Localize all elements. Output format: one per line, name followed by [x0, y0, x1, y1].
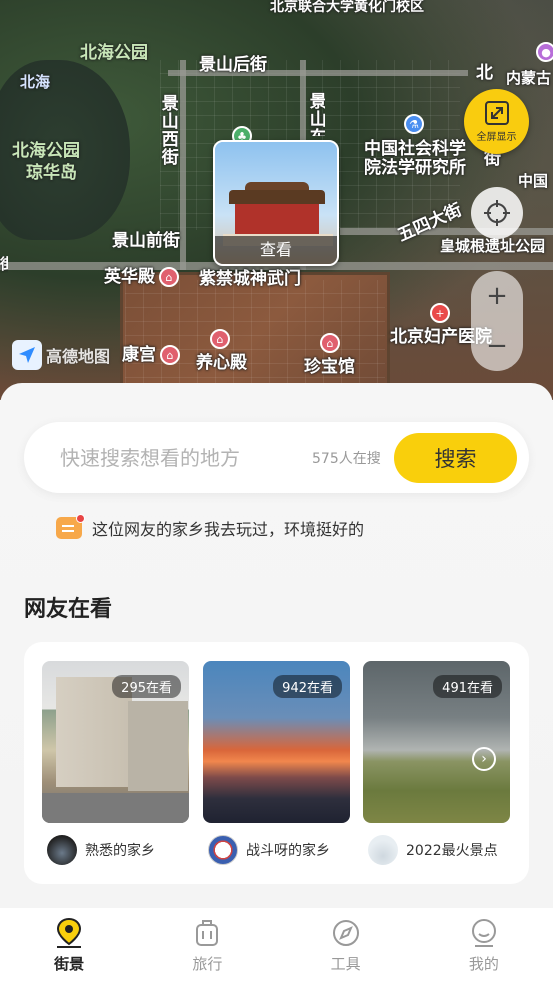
avatar — [368, 835, 398, 865]
tab-travel[interactable]: 旅行 — [138, 908, 276, 983]
search-button[interactable]: 搜索 — [394, 433, 517, 483]
preview-hall — [235, 204, 319, 234]
map-poi[interactable]: + — [430, 303, 450, 323]
amap-logo-icon — [12, 340, 42, 370]
streetview-card[interactable]: 942在看 战斗呀的家乡 — [203, 661, 350, 865]
search-count: 575人在搜 — [312, 450, 381, 467]
locate-button[interactable] — [471, 187, 523, 239]
map-logo: 高德地图 — [12, 340, 110, 370]
map-label: 景山后街 — [199, 55, 267, 75]
viewers-badge: 942在看 — [273, 675, 342, 698]
streetview-preview-card[interactable]: 查看 — [213, 140, 339, 266]
tab-label: 我的 — [468, 955, 499, 973]
lab-icon: ⚗ — [404, 114, 424, 134]
tab-label: 街景 — [54, 955, 85, 973]
map-label: 紫禁城神武门 — [199, 269, 301, 289]
message-icon — [56, 514, 85, 539]
map-poi[interactable]: ⌂ — [210, 329, 230, 349]
hospital-icon: + — [430, 303, 450, 323]
map-label: 街 — [0, 256, 8, 273]
map-label: 景山前街 — [112, 231, 180, 251]
palace-icon: ⌂ — [210, 329, 230, 349]
card-meta: 战斗呀的家乡 — [208, 835, 350, 865]
zoom-in-button[interactable]: + — [486, 281, 508, 311]
avatar — [47, 835, 77, 865]
map-label: 内蒙古 — [506, 69, 552, 87]
fullscreen-label: 全屏显示 — [476, 132, 517, 143]
palace-icon: ⌂ — [159, 267, 179, 287]
search-bar: 575人在搜 搜索 — [24, 422, 529, 493]
map-label: 景山西街 — [157, 94, 178, 166]
avatar — [208, 835, 238, 865]
map-poi[interactable]: ⚗ — [404, 114, 424, 134]
card-meta: 熟悉的家乡 — [47, 835, 189, 865]
location-pin-icon — [57, 917, 82, 948]
preview-roof — [229, 190, 325, 204]
map-label: 中国社会科学院法学研究所 — [364, 139, 466, 178]
tab-streetview[interactable]: 街景 — [0, 908, 138, 983]
map-road — [340, 228, 553, 235]
map-poi-shoukang[interactable]: 康宫 ⌂ — [122, 345, 180, 365]
tab-label: 旅行 — [192, 955, 223, 973]
card-username: 战斗呀的家乡 — [246, 843, 330, 859]
card-thumbnail: 942在看 — [203, 661, 350, 823]
crosshair-icon — [484, 200, 510, 226]
thumb-street — [42, 793, 189, 823]
thumb-building — [128, 701, 188, 791]
trending-cards-panel: 295在看 熟悉的家乡 942在看 战斗呀的家乡 491在看 › 2022最火景… — [24, 642, 529, 884]
map-poi[interactable]: ● — [536, 42, 553, 62]
map-label: 英华殿 — [104, 266, 155, 287]
map-label: 景山东 — [306, 92, 325, 136]
zoom-out-button[interactable]: − — [486, 331, 508, 361]
card-thumbnail: 491在看 › — [363, 661, 510, 823]
map-logo-text: 高德地图 — [46, 347, 111, 366]
palace-icon: ⌂ — [160, 345, 180, 365]
search-input[interactable] — [60, 445, 300, 470]
view-button[interactable]: 查看 — [215, 236, 337, 264]
card-username: 熟悉的家乡 — [85, 843, 155, 859]
map-view[interactable]: 北海公园 北海 北海公园 琼华岛 景山后街 景山西街 景山东 景山前街 街 北京… — [0, 0, 553, 400]
card-meta: 2022最火景点 — [368, 835, 510, 865]
palace-blocks — [125, 280, 385, 400]
map-label: 珍宝馆 — [304, 357, 355, 377]
zoom-control: + − — [471, 271, 523, 371]
bottom-sheet: 575人在搜 搜索 这位网友的家乡我去玩过，环境挺好的 网友在看 295在看 熟… — [0, 383, 553, 908]
tab-tools[interactable]: 工具 — [277, 908, 415, 983]
viewers-badge: 295在看 — [112, 675, 181, 698]
compass-icon — [332, 920, 359, 946]
card-username: 2022最火景点 — [406, 843, 498, 859]
streetview-card[interactable]: 295在看 熟悉的家乡 — [42, 661, 189, 865]
tab-label: 工具 — [330, 955, 361, 973]
map-label: 北京联合大学黄化门校区 — [270, 0, 424, 15]
map-label: 中国 — [518, 172, 549, 190]
expand-icon — [484, 101, 509, 125]
bottom-tab-bar: 街景 旅行 工具 我的 — [0, 908, 553, 983]
map-label: 北 — [476, 63, 493, 83]
streetview-card[interactable]: 491在看 › 2022最火景点 — [363, 661, 510, 865]
map-poi-yinghua[interactable]: 英华殿 ⌂ — [104, 267, 179, 287]
tip-text: 这位网友的家乡我去玩过，环境挺好的 — [92, 520, 365, 539]
profile-icon — [471, 919, 496, 947]
palace-icon: ⌂ — [320, 333, 340, 353]
tab-profile[interactable]: 我的 — [415, 908, 553, 983]
section-title: 网友在看 — [24, 597, 113, 622]
map-label: 康宫 — [122, 344, 156, 365]
map-road — [180, 60, 186, 270]
tip-banner[interactable]: 这位网友的家乡我去玩过，环境挺好的 — [56, 514, 365, 540]
chevron-right-icon[interactable]: › — [472, 747, 496, 771]
card-thumbnail: 295在看 — [42, 661, 189, 823]
poi-icon: ● — [536, 42, 553, 62]
map-label: 琼华岛 — [26, 163, 77, 183]
map-label: 北海公园 — [12, 141, 80, 161]
map-label: 北海公园 — [80, 43, 148, 63]
map-label: 养心殿 — [196, 353, 247, 373]
map-label: 皇城根遗址公园 — [440, 237, 546, 255]
map-poi[interactable]: ⌂ — [320, 333, 340, 353]
map-label: 北海 — [20, 73, 51, 91]
viewers-badge: 491在看 — [433, 675, 502, 698]
fullscreen-button[interactable]: 全屏显示 — [464, 89, 529, 154]
suitcase-icon — [196, 920, 219, 946]
